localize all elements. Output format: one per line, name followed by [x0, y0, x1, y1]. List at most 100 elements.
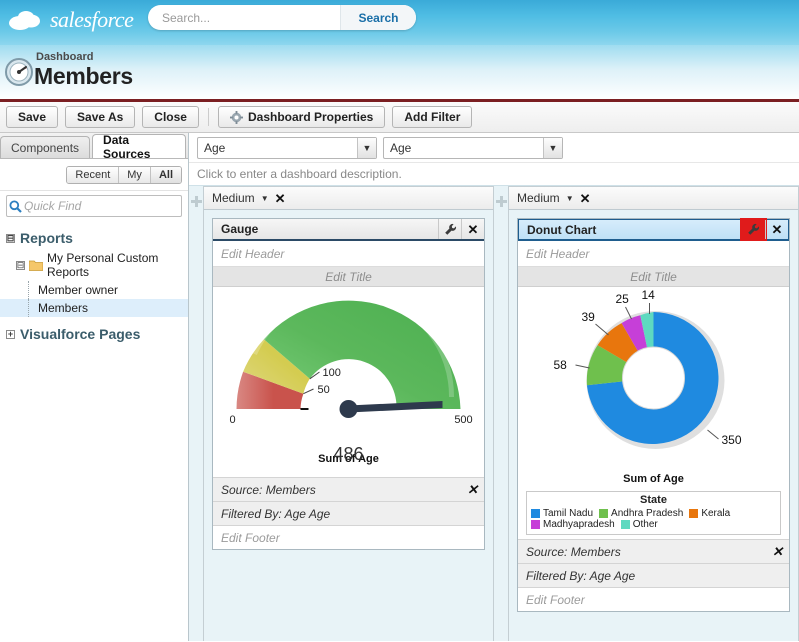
- add-filter-button[interactable]: Add Filter: [392, 106, 473, 128]
- component-gauge-filter-row: Filtered By: Age Age: [213, 501, 484, 525]
- brand-wordmark: salesforce: [50, 7, 134, 32]
- main-area: Components Data Sources Recent My All ⊟: [0, 133, 799, 641]
- quick-find[interactable]: [6, 195, 182, 217]
- gauge-chart: 0 50 100 500 486: [213, 287, 484, 464]
- search-input[interactable]: [148, 6, 340, 29]
- dashboard-description[interactable]: Click to enter a dashboard description.: [189, 163, 799, 185]
- component-gauge-footer-placeholder[interactable]: Edit Footer: [213, 525, 484, 549]
- gear-icon: [229, 110, 243, 124]
- component-gauge-titlebar: Gauge ✕: [213, 219, 484, 241]
- legend-swatch-madhyapradesh: [531, 520, 540, 529]
- component-donut-source-label: Source: Members: [526, 544, 621, 559]
- donut-legend-items: Tamil Nadu Andhra Pradesh Kerala Madhyap…: [531, 508, 776, 530]
- save-button[interactable]: Save: [6, 106, 59, 128]
- legend-item-madhyapradesh[interactable]: Madhyapradesh: [531, 519, 615, 530]
- legend-swatch-other: [620, 520, 630, 529]
- collapse-icon[interactable]: ⊟: [16, 260, 25, 270]
- column-2-close-icon[interactable]: ✕: [580, 192, 591, 205]
- column-1-size-label[interactable]: Medium: [212, 191, 255, 205]
- global-search[interactable]: Search: [148, 5, 416, 30]
- search-icon: [7, 200, 24, 213]
- filter-dropdown-1[interactable]: Age ▼: [197, 136, 377, 159]
- component-gauge-header-placeholder[interactable]: Edit Header: [213, 241, 484, 267]
- dashboard-column-2: Medium ▼ ✕ Donut Chart ✕ Edit Header Edi…: [508, 186, 799, 641]
- component-donut-title-placeholder[interactable]: Edit Title: [518, 267, 789, 287]
- tree-item-members[interactable]: Members: [0, 299, 188, 317]
- collapse-icon[interactable]: ⊟: [6, 233, 15, 243]
- legend-swatch-kerala: [689, 509, 699, 518]
- column-2-body: Donut Chart ✕ Edit Header Edit Title 350…: [508, 210, 799, 641]
- legend-item-tamil-nadu[interactable]: Tamil Nadu: [531, 508, 593, 519]
- column-2-size-label[interactable]: Medium: [517, 191, 560, 205]
- tree-item-member-owner[interactable]: Member owner: [0, 281, 188, 299]
- legend-swatch-tamil-nadu: [531, 509, 540, 518]
- page-kicker: Dashboard: [36, 51, 94, 63]
- donut-label-350: 350: [722, 433, 742, 447]
- column-drag-gutter-middle[interactable]: [494, 186, 508, 641]
- donut-label-25: 25: [616, 292, 630, 306]
- dashboard-properties-button[interactable]: Dashboard Properties: [217, 106, 386, 128]
- sidebar-tabs: Components Data Sources: [0, 133, 188, 161]
- legend-item-andhra-pradesh[interactable]: Andhra Pradesh: [599, 508, 683, 519]
- legend-label-tamil-nadu: Tamil Nadu: [543, 508, 594, 519]
- columns-container: Medium ▼ ✕ Gauge ✕ Edit Header Edit Titl…: [189, 185, 799, 641]
- page-title: Members: [34, 63, 133, 89]
- save-as-button[interactable]: Save As: [65, 106, 136, 128]
- tree-group-reports[interactable]: ⊟ Reports: [0, 227, 188, 249]
- column-1-close-icon[interactable]: ✕: [275, 192, 286, 205]
- toolbar-divider: [207, 108, 209, 126]
- data-sources-tree: ⊟ Reports ⊟ My Personal Custom Reports M…: [0, 221, 188, 641]
- wrench-icon[interactable]: [438, 219, 461, 239]
- column-1-body: Gauge ✕ Edit Header Edit Title 0 50 100 …: [203, 210, 494, 641]
- svg-text:100: 100: [323, 367, 341, 379]
- component-gauge-title: Gauge: [221, 222, 259, 236]
- legend-label-andhra-pradesh: Andhra Pradesh: [611, 508, 684, 519]
- wrench-icon[interactable]: [740, 218, 767, 241]
- scope-all[interactable]: All: [150, 166, 181, 183]
- tab-components[interactable]: Components: [0, 136, 91, 158]
- expand-icon[interactable]: +: [6, 329, 15, 339]
- chevron-down-icon[interactable]: ▼: [566, 194, 574, 203]
- search-button[interactable]: Search: [340, 5, 416, 30]
- column-drag-gutter-left[interactable]: [189, 186, 203, 641]
- tree-group-visualforce-pages[interactable]: + Visualforce Pages: [0, 323, 188, 345]
- chevron-down-icon[interactable]: ▼: [543, 137, 562, 158]
- component-donut-header-placeholder[interactable]: Edit Header: [518, 241, 789, 267]
- component-donut-filter-label: Filtered By: Age Age: [526, 568, 636, 583]
- close-button[interactable]: Close: [142, 106, 199, 128]
- sidebar: Components Data Sources Recent My All ⊟: [0, 133, 189, 641]
- donut-chart: 350 58 39 25 14: [518, 287, 789, 472]
- scope-recent[interactable]: Recent: [67, 166, 120, 183]
- component-donut-actions: ✕: [740, 218, 788, 241]
- component-donut-source-close-icon[interactable]: ✕: [772, 545, 783, 558]
- dashboard-filter-row: Age ▼ Age ▼: [189, 133, 799, 163]
- plus-handle-icon[interactable]: [190, 196, 202, 207]
- plus-handle-icon[interactable]: [495, 196, 507, 207]
- filter-dropdown-2[interactable]: Age ▼: [383, 136, 563, 159]
- tree-group-reports-label: Reports: [20, 230, 73, 246]
- quick-find-input[interactable]: [24, 199, 181, 213]
- chevron-down-icon[interactable]: ▼: [357, 137, 376, 158]
- svg-text:500: 500: [454, 414, 472, 426]
- component-gauge-close-icon[interactable]: ✕: [461, 219, 484, 239]
- chevron-down-icon[interactable]: ▼: [261, 194, 269, 203]
- tree-group-visualforce-label: Visualforce Pages: [20, 326, 141, 342]
- donut-legend-title: State: [640, 494, 667, 506]
- component-donut-footer-placeholder[interactable]: Edit Footer: [518, 587, 789, 611]
- component-gauge-source-close-icon[interactable]: ✕: [467, 483, 478, 496]
- donut-label-58: 58: [554, 358, 568, 372]
- dashboard-toolbar: Save Save As Close Dashboard Properties …: [0, 99, 799, 133]
- legend-item-kerala[interactable]: Kerala: [689, 508, 730, 519]
- scope-my[interactable]: My: [119, 166, 151, 183]
- component-donut-source-row: Source: Members ✕: [518, 539, 789, 563]
- tree-folder-my-personal-custom-reports[interactable]: ⊟ My Personal Custom Reports: [0, 249, 188, 281]
- component-gauge-title-placeholder[interactable]: Edit Title: [213, 267, 484, 287]
- dashboard-gauge-icon: [5, 58, 33, 86]
- component-donut-title: Donut Chart: [527, 222, 597, 237]
- tab-data-sources[interactable]: Data Sources: [92, 133, 186, 161]
- legend-item-other[interactable]: Other: [620, 519, 658, 530]
- component-donut-close-icon[interactable]: ✕: [765, 220, 788, 239]
- donut-label-39: 39: [582, 310, 596, 324]
- component-gauge: Gauge ✕ Edit Header Edit Title 0 50 100 …: [212, 218, 485, 550]
- dashboard-column-1: Medium ▼ ✕ Gauge ✕ Edit Header Edit Titl…: [203, 186, 494, 641]
